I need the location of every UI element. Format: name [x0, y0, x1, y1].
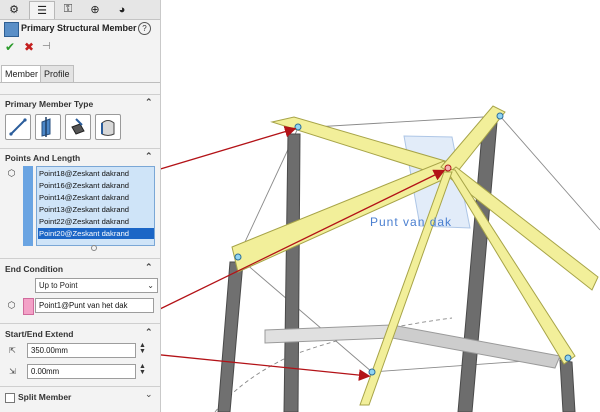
end-point-field[interactable]: Point1@Punt van het dak: [35, 298, 154, 313]
point-length-icon: [71, 118, 85, 135]
propertymanager-tab[interactable]: ☰: [29, 1, 55, 19]
manager-tab-strip: ⚙ ☰ ⚿ ⊕ ◕: [0, 0, 160, 20]
divider: [0, 386, 160, 387]
section-label: End Condition: [5, 264, 64, 274]
subtab-strip: Member Profile: [0, 64, 160, 83]
help-button[interactable]: ?: [138, 22, 151, 35]
configurationmanager-tab[interactable]: ⚿: [56, 1, 80, 18]
split-member-label: Split Member: [18, 392, 72, 402]
between-points-button[interactable]: [95, 114, 121, 140]
divider: [0, 323, 160, 324]
end-extend-input[interactable]: 0.00mm: [27, 364, 136, 379]
chevron-up-icon[interactable]: ⌃: [145, 151, 153, 162]
split-member-checkbox[interactable]: [5, 393, 15, 403]
selection-color-bar: [23, 166, 33, 246]
divider: [0, 94, 160, 95]
section-points-and-length[interactable]: Points And Length ⌃: [0, 151, 160, 165]
end-condition-value: Up to Point: [39, 281, 78, 290]
featuremanager-tab[interactable]: ⚙: [2, 1, 26, 18]
panel-header: Primary Structural Member ?: [0, 19, 160, 39]
featuremanager-icon: ⚙: [9, 4, 19, 16]
configurationmanager-icon: ⚿: [63, 3, 73, 15]
section-label: Start/End Extend: [5, 329, 74, 339]
point-length-button[interactable]: [65, 114, 91, 140]
annotation-label: Punt van dak: [370, 215, 452, 229]
list-item[interactable]: Point14@Zeskant dakrand: [38, 192, 154, 203]
point-selection-icon: ⬡: [7, 168, 16, 178]
chevron-up-icon[interactable]: ⌃: [145, 97, 153, 108]
structural-member-icon: [4, 22, 19, 37]
columns: [217, 121, 576, 412]
tab-member[interactable]: Member: [1, 65, 43, 82]
chevron-down-icon: ⌄: [147, 281, 154, 290]
pushpin-button[interactable]: ⊣: [42, 41, 51, 52]
tab-profile[interactable]: Profile: [40, 65, 74, 82]
between-points-icon: [101, 120, 115, 136]
section-start-end-extend[interactable]: Start/End Extend ⌃: [0, 327, 160, 341]
chevron-up-icon[interactable]: ⌃: [145, 327, 153, 338]
divider: [0, 148, 160, 149]
graphics-viewport[interactable]: Punt van dak: [161, 0, 600, 412]
end-condition-select[interactable]: Up to Point ⌄: [35, 278, 158, 293]
divider: [0, 258, 160, 259]
resize-handle[interactable]: [91, 245, 97, 251]
list-item[interactable]: Point22@Zeskant dakrand: [38, 216, 154, 227]
end-extend-stepper[interactable]: ▲ ▼: [139, 363, 146, 376]
propertymanager-icon: ☰: [37, 5, 47, 17]
list-item[interactable]: Point18@Zeskant dakrand: [38, 168, 154, 179]
chevron-up-icon[interactable]: ⌃: [145, 262, 153, 273]
section-primary-member-type[interactable]: Primary Member Type ⌃: [0, 97, 160, 111]
section-label: Primary Member Type: [5, 99, 94, 109]
panel-title: Primary Structural Member: [21, 23, 137, 33]
appearance-icon: ◕: [118, 3, 126, 16]
list-item[interactable]: Point16@Zeskant dakrand: [38, 180, 154, 191]
plane-member-button[interactable]: [35, 114, 61, 140]
action-buttons: ✔ ✖ ⊣: [0, 39, 160, 57]
chevron-down-icon[interactable]: ⌄: [145, 389, 153, 400]
property-manager-panel: ⚙ ☰ ⚿ ⊕ ◕ Primary Structural Member ? ✔ …: [0, 0, 161, 412]
list-item-selected[interactable]: Point20@Zeskant dakrand: [38, 228, 154, 239]
list-item[interactable]: Point13@Zeskant dakrand: [38, 204, 154, 215]
section-end-condition[interactable]: End Condition ⌃: [0, 262, 160, 276]
section-label: Points And Length: [5, 153, 81, 163]
ok-button[interactable]: ✔: [5, 40, 15, 54]
start-extend-icon: ⇱: [9, 346, 16, 355]
line-member-button[interactable]: [5, 114, 31, 140]
dimxpert-icon: ⊕: [90, 4, 100, 16]
dimxpert-tab[interactable]: ⊕: [83, 1, 107, 18]
start-extend-input[interactable]: 350.00mm: [27, 343, 136, 358]
plane-member-icon: [41, 117, 51, 137]
line-member-icon: [9, 118, 27, 136]
start-extend-stepper[interactable]: ▲ ▼: [139, 342, 146, 355]
end-extend-icon: ⇲: [9, 367, 16, 376]
points-list[interactable]: Point18@Zeskant dakrand Point16@Zeskant …: [36, 166, 155, 246]
point-reference-icon: ⬡: [7, 300, 16, 310]
appearance-tab[interactable]: ◕: [110, 1, 134, 18]
selection-color-swatch: [23, 298, 34, 315]
cancel-button[interactable]: ✖: [24, 40, 34, 54]
